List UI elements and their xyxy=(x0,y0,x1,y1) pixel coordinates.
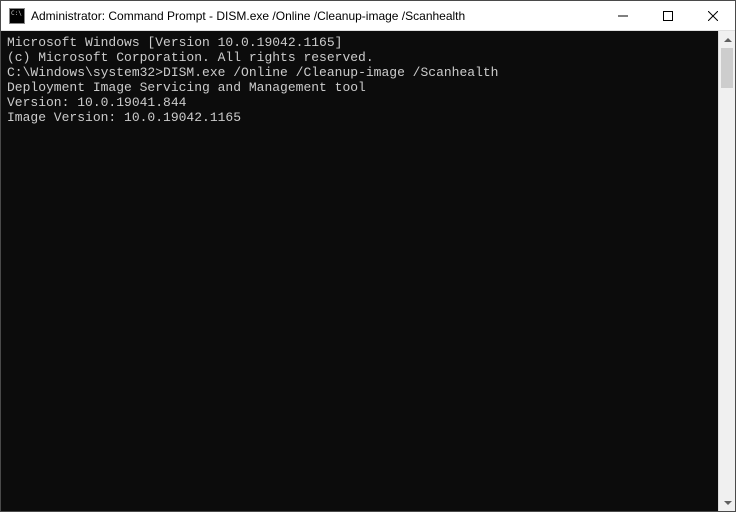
title-bar[interactable]: Administrator: Command Prompt - DISM.exe… xyxy=(1,1,735,31)
maximize-button[interactable] xyxy=(645,1,690,30)
output-line: Version: 10.0.19041.844 xyxy=(7,95,712,110)
prompt-path: C:\Windows\system32> xyxy=(7,65,163,80)
minimize-icon xyxy=(618,11,628,21)
chevron-down-icon xyxy=(724,501,732,505)
typed-command: DISM.exe /Online /Cleanup-image /Scanhea… xyxy=(163,65,498,80)
prompt-line: C:\Windows\system32>DISM.exe /Online /Cl… xyxy=(7,65,712,80)
terminal-output: Microsoft Windows [Version 10.0.19042.11… xyxy=(1,31,718,511)
close-icon xyxy=(708,11,718,21)
window-controls xyxy=(600,1,735,30)
close-button[interactable] xyxy=(690,1,735,30)
terminal-area[interactable]: Microsoft Windows [Version 10.0.19042.11… xyxy=(1,31,735,511)
cmd-icon xyxy=(9,8,25,24)
minimize-button[interactable] xyxy=(600,1,645,30)
window-title: Administrator: Command Prompt - DISM.exe… xyxy=(31,9,600,23)
scroll-down-button[interactable] xyxy=(719,494,736,511)
scroll-thumb[interactable] xyxy=(721,48,733,88)
output-line: (c) Microsoft Corporation. All rights re… xyxy=(7,50,712,65)
scroll-up-button[interactable] xyxy=(719,31,736,48)
output-line: Image Version: 10.0.19042.1165 xyxy=(7,110,712,125)
chevron-up-icon xyxy=(724,38,732,42)
output-line: Microsoft Windows [Version 10.0.19042.11… xyxy=(7,35,712,50)
maximize-icon xyxy=(663,11,673,21)
output-line: Deployment Image Servicing and Managemen… xyxy=(7,80,712,95)
command-prompt-window: Administrator: Command Prompt - DISM.exe… xyxy=(0,0,736,512)
vertical-scrollbar[interactable] xyxy=(718,31,735,511)
